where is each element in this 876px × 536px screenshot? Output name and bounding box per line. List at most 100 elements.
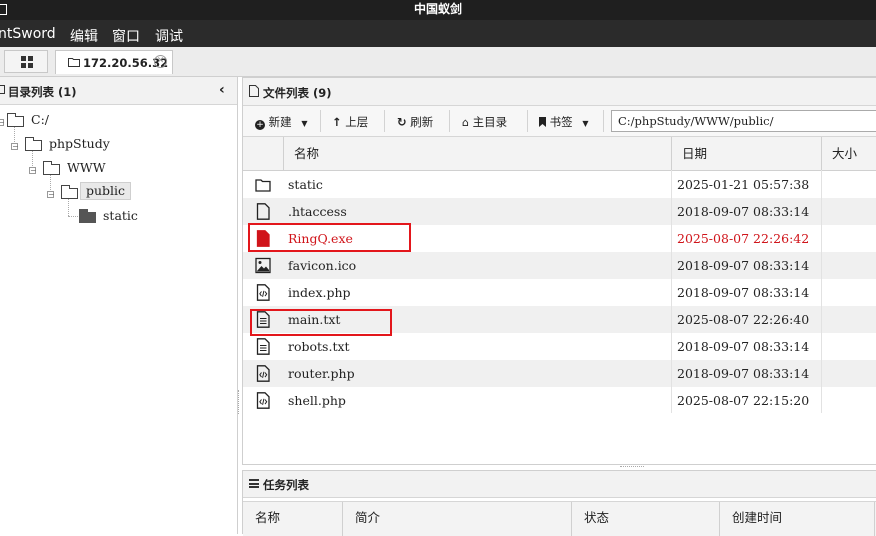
tree-node-label: WWW	[67, 160, 106, 175]
folder-icon	[61, 185, 78, 199]
refresh-button-label: 刷新	[410, 115, 434, 129]
task-panel-title: 任务列表	[263, 478, 309, 492]
toolbar-divider	[527, 110, 528, 132]
home-button[interactable]: ⌂ 主目录	[462, 114, 507, 130]
task-grid-header: 名称 简介 状态 创建时间	[243, 501, 876, 536]
highlight-box	[250, 309, 392, 336]
file-list-header: 文件列表 (9)	[243, 78, 876, 106]
menu-edit[interactable]: 编辑	[70, 26, 98, 46]
file-name: router.php	[288, 366, 355, 381]
plus-circle-icon: +	[255, 120, 265, 130]
file-date: 2025-08-07 22:26:40	[677, 312, 810, 327]
path-input[interactable]: C:/phpStudy/WWW/public/	[611, 110, 876, 132]
file-date: 2018-09-07 08:33:14	[677, 285, 810, 300]
tab-home[interactable]	[4, 50, 48, 73]
refresh-button[interactable]: ↻ 刷新	[397, 114, 433, 130]
file-date: 2018-09-07 08:33:14	[677, 339, 810, 354]
code-file-icon	[256, 392, 270, 409]
tab-strip: 172.20.56.32 ✕	[0, 47, 876, 77]
panel-splitter[interactable]	[238, 390, 241, 414]
menu-antsword[interactable]: ntSword	[0, 26, 56, 42]
bookmark-button[interactable]: 书签 ▼	[539, 114, 588, 130]
file-row[interactable]: router.php 2018-09-07 08:33:14	[243, 360, 876, 387]
menu-window[interactable]: 窗口	[112, 26, 140, 46]
task-column-desc[interactable]: 简介	[343, 502, 572, 536]
file-name: static	[288, 177, 323, 192]
expand-toggle-icon[interactable]: −	[29, 167, 37, 175]
column-divider	[821, 170, 822, 413]
directory-panel: 目录列表 (1) ‹ − C:/ − phpStudy − WWW − publ…	[0, 77, 238, 534]
bookmark-icon	[539, 117, 546, 127]
expand-toggle-icon[interactable]: −	[11, 143, 19, 151]
toolbar-divider	[603, 110, 604, 132]
home-icon: ⌂	[462, 116, 469, 129]
column-date[interactable]: 日期	[672, 137, 822, 170]
up-button-label: 上层	[345, 115, 369, 129]
window-title: 中国蚁剑	[413, 2, 462, 16]
file-date: 2025-01-21 05:57:38	[677, 177, 810, 192]
file-row[interactable]: favicon.ico 2018-09-07 08:33:14	[243, 252, 876, 279]
highlight-box	[248, 223, 411, 252]
menu-bar: ntSword 编辑 窗口 调试	[0, 20, 876, 47]
tree-node-label: public	[80, 182, 132, 200]
file-row[interactable]: .htaccess 2018-09-07 08:33:14	[243, 198, 876, 225]
code-file-icon	[256, 284, 270, 301]
caret-down-icon: ▼	[301, 119, 308, 128]
collapse-icon[interactable]: ‹	[219, 82, 225, 98]
folder-icon	[255, 179, 271, 192]
directory-panel-title: 目录列表 (1)	[8, 85, 77, 99]
file-list-panel: 文件列表 (9) + 新建 ▼ ↑ 上层 ↻ 刷新 ⌂ 主目录 书签 ▼ C:/…	[242, 77, 876, 465]
title-bar: 中国蚁剑	[0, 0, 876, 20]
file-date: 2025-08-07 22:26:42	[677, 231, 810, 246]
file-row[interactable]: index.php 2018-09-07 08:33:14	[243, 279, 876, 306]
file-list-title: 文件列表 (9)	[263, 86, 332, 100]
new-button[interactable]: + 新建 ▼	[255, 114, 307, 130]
file-row[interactable]: static 2025-01-21 05:57:38	[243, 171, 876, 198]
menu-debug[interactable]: 调试	[155, 26, 183, 46]
new-button-label: 新建	[268, 115, 292, 129]
toolbar-divider	[449, 110, 450, 132]
folder-icon	[43, 161, 60, 175]
folder-icon	[68, 58, 80, 67]
image-file-icon	[255, 257, 271, 274]
bookmark-button-label: 书签	[549, 115, 573, 129]
toolbar-divider	[384, 110, 385, 132]
task-panel: 任务列表 名称 简介 状态 创建时间	[242, 470, 876, 536]
caret-down-icon: ▼	[582, 119, 589, 128]
expand-toggle-icon[interactable]: −	[47, 191, 55, 199]
file-date: 2018-09-07 08:33:14	[677, 258, 810, 273]
file-icon	[256, 203, 270, 220]
tab-host[interactable]: 172.20.56.32 ✕	[55, 50, 173, 74]
file-name: .htaccess	[288, 204, 347, 219]
column-size[interactable]: 大小	[822, 137, 876, 170]
up-button[interactable]: ↑ 上层	[332, 114, 368, 130]
task-column-status[interactable]: 状态	[572, 502, 720, 536]
file-name: favicon.ico	[288, 258, 357, 273]
task-column-name[interactable]: 名称	[243, 502, 343, 536]
file-date: 2018-09-07 08:33:14	[677, 204, 810, 219]
grid-icon	[21, 56, 33, 68]
file-row[interactable]: robots.txt 2018-09-07 08:33:14	[243, 333, 876, 360]
folder-icon	[79, 209, 96, 223]
column-divider	[671, 170, 672, 413]
folder-icon	[0, 85, 5, 94]
expand-toggle-icon[interactable]: −	[0, 119, 5, 127]
column-icon	[243, 137, 284, 170]
file-row[interactable]: shell.php 2025-08-07 22:15:20	[243, 387, 876, 414]
code-file-icon	[256, 365, 270, 382]
task-column-created[interactable]: 创建时间	[720, 502, 875, 536]
tree-connector	[68, 216, 78, 217]
arrow-up-icon: ↑	[332, 115, 342, 129]
tree-node-label: phpStudy	[49, 136, 110, 151]
file-date: 2025-08-07 22:15:20	[677, 393, 810, 408]
toolbar-divider	[320, 110, 321, 132]
task-panel-header: 任务列表	[243, 471, 876, 498]
text-file-icon	[256, 338, 270, 355]
column-name[interactable]: 名称	[284, 137, 672, 170]
tree-connector	[68, 198, 69, 216]
file-icon	[249, 85, 259, 97]
file-name: robots.txt	[288, 339, 350, 354]
file-grid-header: 名称 日期 大小	[243, 137, 876, 171]
list-icon	[249, 479, 259, 488]
close-icon[interactable]: ✕	[154, 55, 167, 68]
